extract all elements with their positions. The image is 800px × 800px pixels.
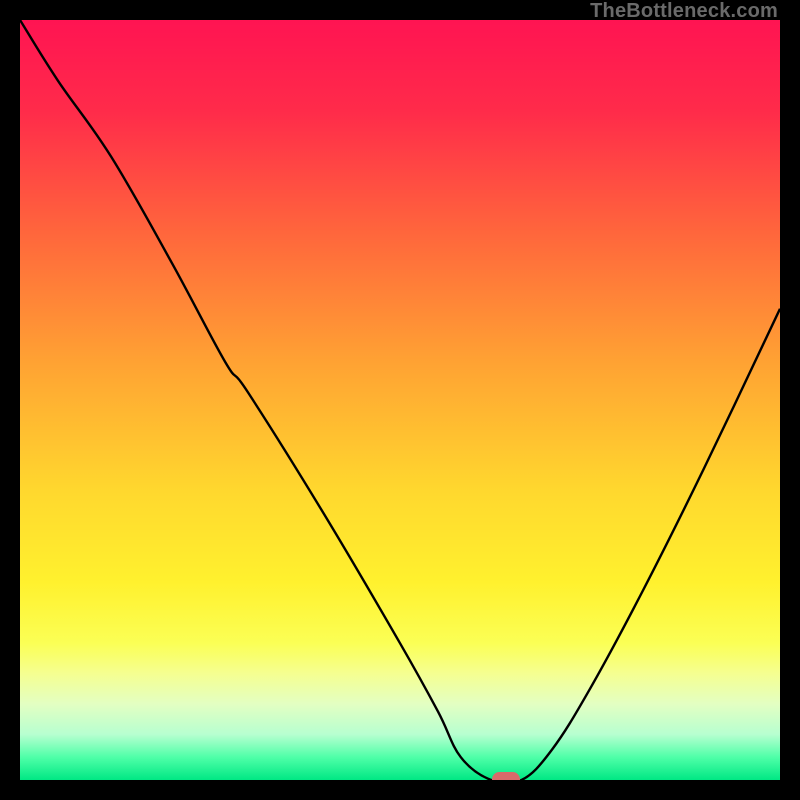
curve-layer	[20, 20, 780, 780]
watermark-text: TheBottleneck.com	[590, 0, 778, 23]
optimal-marker	[492, 772, 520, 780]
chart-container: TheBottleneck.com	[0, 0, 800, 800]
bottleneck-curve	[20, 20, 780, 780]
plot-area	[20, 20, 780, 780]
